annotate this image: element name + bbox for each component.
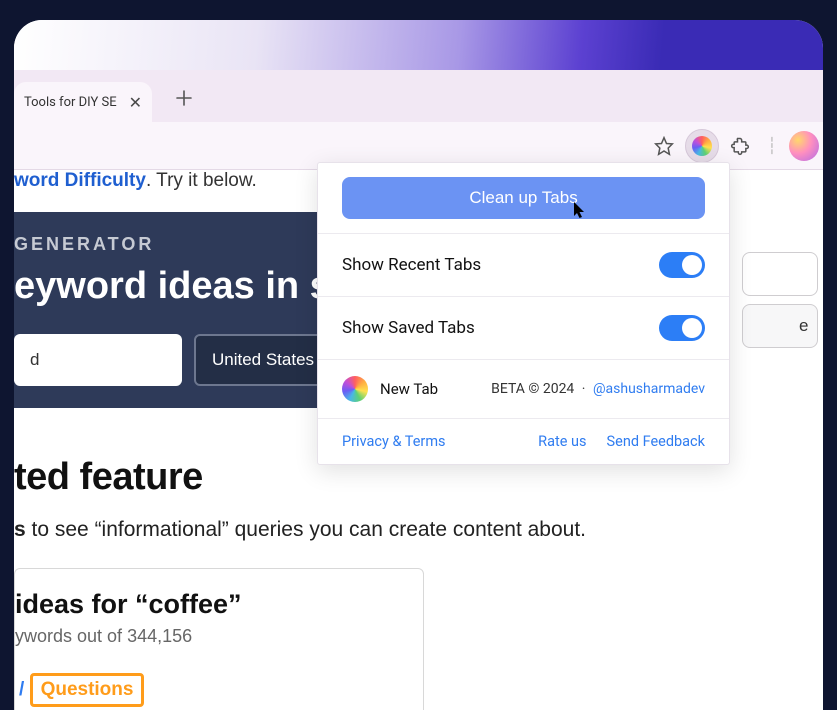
intro-line: word Difficulty. Try it below. bbox=[14, 170, 257, 192]
rate-link[interactable]: Rate us bbox=[538, 433, 586, 450]
extension-popup: Clean up Tabs Show Recent Tabs Show Save… bbox=[317, 162, 730, 465]
ideas-card: ideas for “coffee” ywords out of 344,156… bbox=[14, 568, 424, 710]
toolbar-separator: ┆ bbox=[761, 129, 783, 163]
ideas-card-title: ideas for “coffee” bbox=[15, 589, 409, 620]
feedback-link[interactable]: Send Feedback bbox=[607, 433, 705, 450]
close-icon[interactable]: ✕ bbox=[129, 93, 142, 112]
feature-body: s to see “informational” queries you can… bbox=[14, 518, 586, 542]
extension-badge[interactable] bbox=[685, 129, 719, 163]
popup-brand-row: New Tab BETA © 2024 · @ashusharmadev bbox=[318, 359, 729, 418]
new-tab-button[interactable] bbox=[170, 84, 198, 112]
generator-label: GENERATOR bbox=[14, 234, 332, 255]
toggle-show-saved[interactable] bbox=[659, 315, 705, 341]
country-select-value: United States bbox=[212, 350, 314, 370]
ghost-button-blank[interactable] bbox=[742, 252, 818, 296]
show-saved-label: Show Saved Tabs bbox=[342, 318, 475, 338]
feature-body-rest: to see “informational” queries you can c… bbox=[26, 518, 586, 541]
brand-name: New Tab bbox=[380, 380, 438, 398]
tab-strip: Tools for DIY SE ✕ bbox=[14, 70, 823, 122]
show-recent-label: Show Recent Tabs bbox=[342, 255, 481, 275]
author-link[interactable]: @ashusharmadev bbox=[593, 381, 705, 397]
toggle-show-recent[interactable] bbox=[659, 252, 705, 278]
hero-panel: GENERATOR eyword ideas in se United Stat… bbox=[14, 212, 332, 408]
window-top-gradient bbox=[14, 20, 823, 70]
star-icon[interactable] bbox=[647, 129, 681, 163]
row-show-recent: Show Recent Tabs bbox=[318, 233, 729, 296]
feature-heading: ted feature bbox=[14, 456, 203, 499]
tab-title: Tools for DIY SE bbox=[24, 95, 117, 110]
intro-line-rest: . Try it below. bbox=[146, 170, 257, 191]
ideas-card-tabs: / Questions bbox=[15, 647, 409, 707]
profile-avatar[interactable] bbox=[787, 129, 821, 163]
ideas-card-subtitle: ywords out of 344,156 bbox=[15, 626, 409, 647]
clean-up-tabs-button[interactable]: Clean up Tabs bbox=[342, 177, 705, 219]
ghost-button-label: e bbox=[799, 316, 808, 336]
brand-icon bbox=[342, 376, 368, 402]
browser-tab[interactable]: Tools for DIY SE ✕ bbox=[14, 82, 152, 122]
row-show-saved: Show Saved Tabs bbox=[318, 296, 729, 359]
keyword-link-fragment[interactable]: word Difficulty bbox=[14, 170, 146, 191]
popup-footer: Privacy & Terms Rate us Send Feedback bbox=[318, 418, 729, 464]
privacy-link[interactable]: Privacy & Terms bbox=[342, 433, 446, 450]
right-button-stack: e bbox=[742, 252, 818, 348]
extension-icon bbox=[692, 136, 712, 156]
extensions-icon[interactable] bbox=[723, 129, 757, 163]
feature-body-bold: s bbox=[14, 518, 26, 541]
tab-questions[interactable]: Questions bbox=[30, 673, 145, 707]
brand-meta: BETA © 2024 · @ashusharmadev bbox=[491, 381, 705, 397]
tab-fragment-prefix: / bbox=[19, 679, 30, 700]
keyword-input[interactable] bbox=[14, 334, 182, 386]
hero-headline: eyword ideas in se bbox=[14, 265, 332, 308]
country-select[interactable]: United States bbox=[194, 334, 332, 386]
ghost-button-e[interactable]: e bbox=[742, 304, 818, 348]
